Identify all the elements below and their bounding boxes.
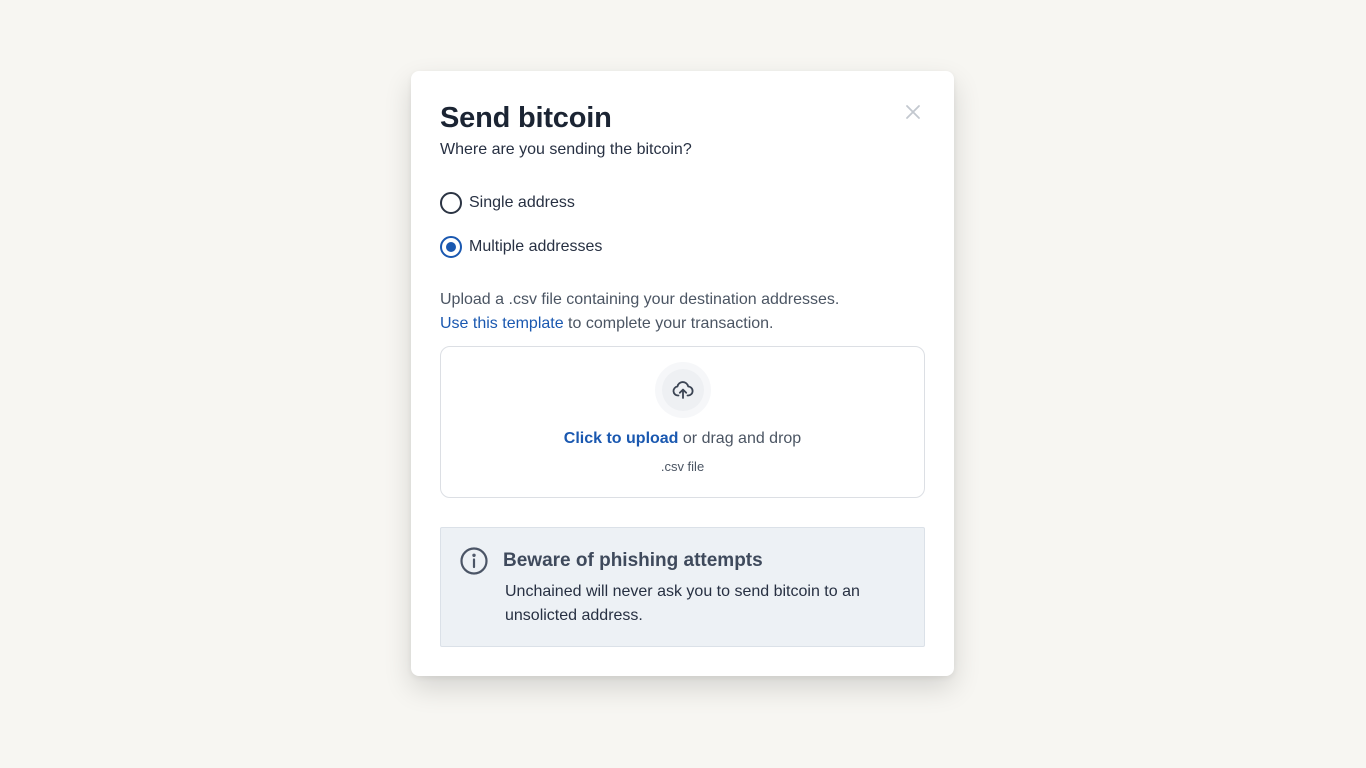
upload-file-type-hint: .csv file (660, 459, 705, 474)
modal-title: Send bitcoin (440, 102, 612, 134)
radio-button-checked[interactable] (440, 236, 462, 258)
modal-subtitle: Where are you sending the bitcoin? (440, 141, 692, 158)
radio-button-unchecked[interactable] (440, 192, 462, 214)
upload-instructions: Upload a .csv file containing your desti… (440, 288, 920, 336)
close-button[interactable] (902, 101, 924, 123)
drag-and-drop-text: or drag and drop (678, 430, 802, 447)
instructions-line-1: Upload a .csv file containing your desti… (440, 291, 840, 308)
phishing-warning-alert: Beware of phishing attempts Unchained wi… (440, 527, 925, 647)
alert-body: Unchained will never ask you to send bit… (505, 583, 860, 624)
alert-title: Beware of phishing attempts (503, 550, 763, 571)
cloud-upload-icon (672, 381, 694, 399)
radio-label-single-address: Single address (469, 194, 575, 211)
send-bitcoin-modal: Send bitcoin Where are you sending the b… (411, 71, 954, 676)
csv-upload-dropzone[interactable]: Click to upload or drag and drop .csv fi… (440, 346, 925, 498)
upload-icon-circle (655, 362, 711, 418)
radio-label-multiple-addresses: Multiple addresses (469, 238, 603, 255)
close-icon (906, 105, 920, 119)
instructions-line-2: Use this template to complete your trans… (440, 312, 920, 336)
radio-selected-dot (446, 242, 456, 252)
instructions-line-2-rest: to complete your transaction. (563, 315, 774, 332)
upload-text: Click to upload or drag and drop (441, 430, 924, 448)
radio-single-address[interactable]: Single address (440, 192, 575, 214)
radio-multiple-addresses[interactable]: Multiple addresses (440, 236, 602, 258)
click-to-upload-link[interactable]: Click to upload (564, 430, 679, 447)
info-icon (460, 547, 488, 575)
template-link[interactable]: Use this template (440, 315, 564, 332)
